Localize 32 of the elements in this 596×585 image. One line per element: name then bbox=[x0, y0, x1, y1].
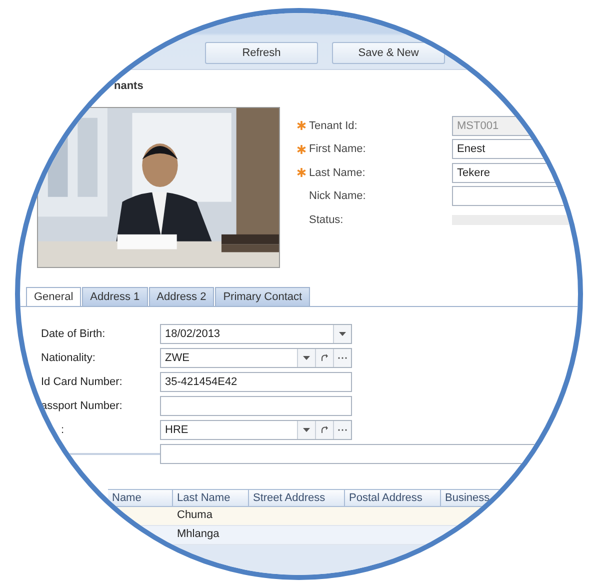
field-label: First Name: bbox=[309, 143, 367, 156]
field-label: Date of Birth: bbox=[41, 328, 106, 340]
column-header[interactable]: Street Address bbox=[249, 489, 345, 507]
field-label: Status: bbox=[309, 214, 344, 226]
field-label: Nick Name: bbox=[309, 190, 367, 202]
caret-icon bbox=[339, 332, 346, 336]
lookup-field[interactable]: ZWE bbox=[160, 348, 352, 368]
toolbar-button[interactable]: Save & New bbox=[332, 42, 445, 64]
toolbar-button[interactable]: Refresh bbox=[205, 42, 318, 64]
lookup-field[interactable]: HRE bbox=[160, 420, 352, 440]
column-header[interactable]: Postal Address bbox=[345, 489, 441, 507]
table-cell-text: Chuma bbox=[176, 508, 214, 523]
tab[interactable]: Primary Contact bbox=[215, 287, 310, 306]
column-header[interactable]: Last Name bbox=[173, 489, 249, 507]
refresh-icon bbox=[320, 426, 328, 434]
date-field[interactable]: 18/02/2013 bbox=[160, 324, 352, 344]
field-label: : bbox=[60, 424, 66, 436]
field-label: Last Name: bbox=[309, 166, 366, 179]
tab[interactable]: Address 1 bbox=[82, 287, 148, 306]
input-field[interactable]: 35-421454E42 bbox=[160, 372, 352, 392]
tab[interactable]: General bbox=[26, 287, 82, 306]
caret-icon bbox=[303, 428, 310, 432]
column-header[interactable]: Name bbox=[108, 489, 173, 507]
caret-icon bbox=[303, 356, 310, 360]
field-label: Tenant Id: bbox=[309, 120, 358, 132]
tab[interactable]: Address 2 bbox=[148, 287, 214, 306]
input-field[interactable] bbox=[160, 396, 352, 416]
table-cell-text: Mhlanga bbox=[176, 527, 220, 542]
form-title: nants bbox=[113, 80, 144, 94]
refresh-icon bbox=[320, 354, 328, 362]
field-label: Nationality: bbox=[41, 352, 96, 364]
field-label: Id Card Number: bbox=[41, 376, 124, 388]
